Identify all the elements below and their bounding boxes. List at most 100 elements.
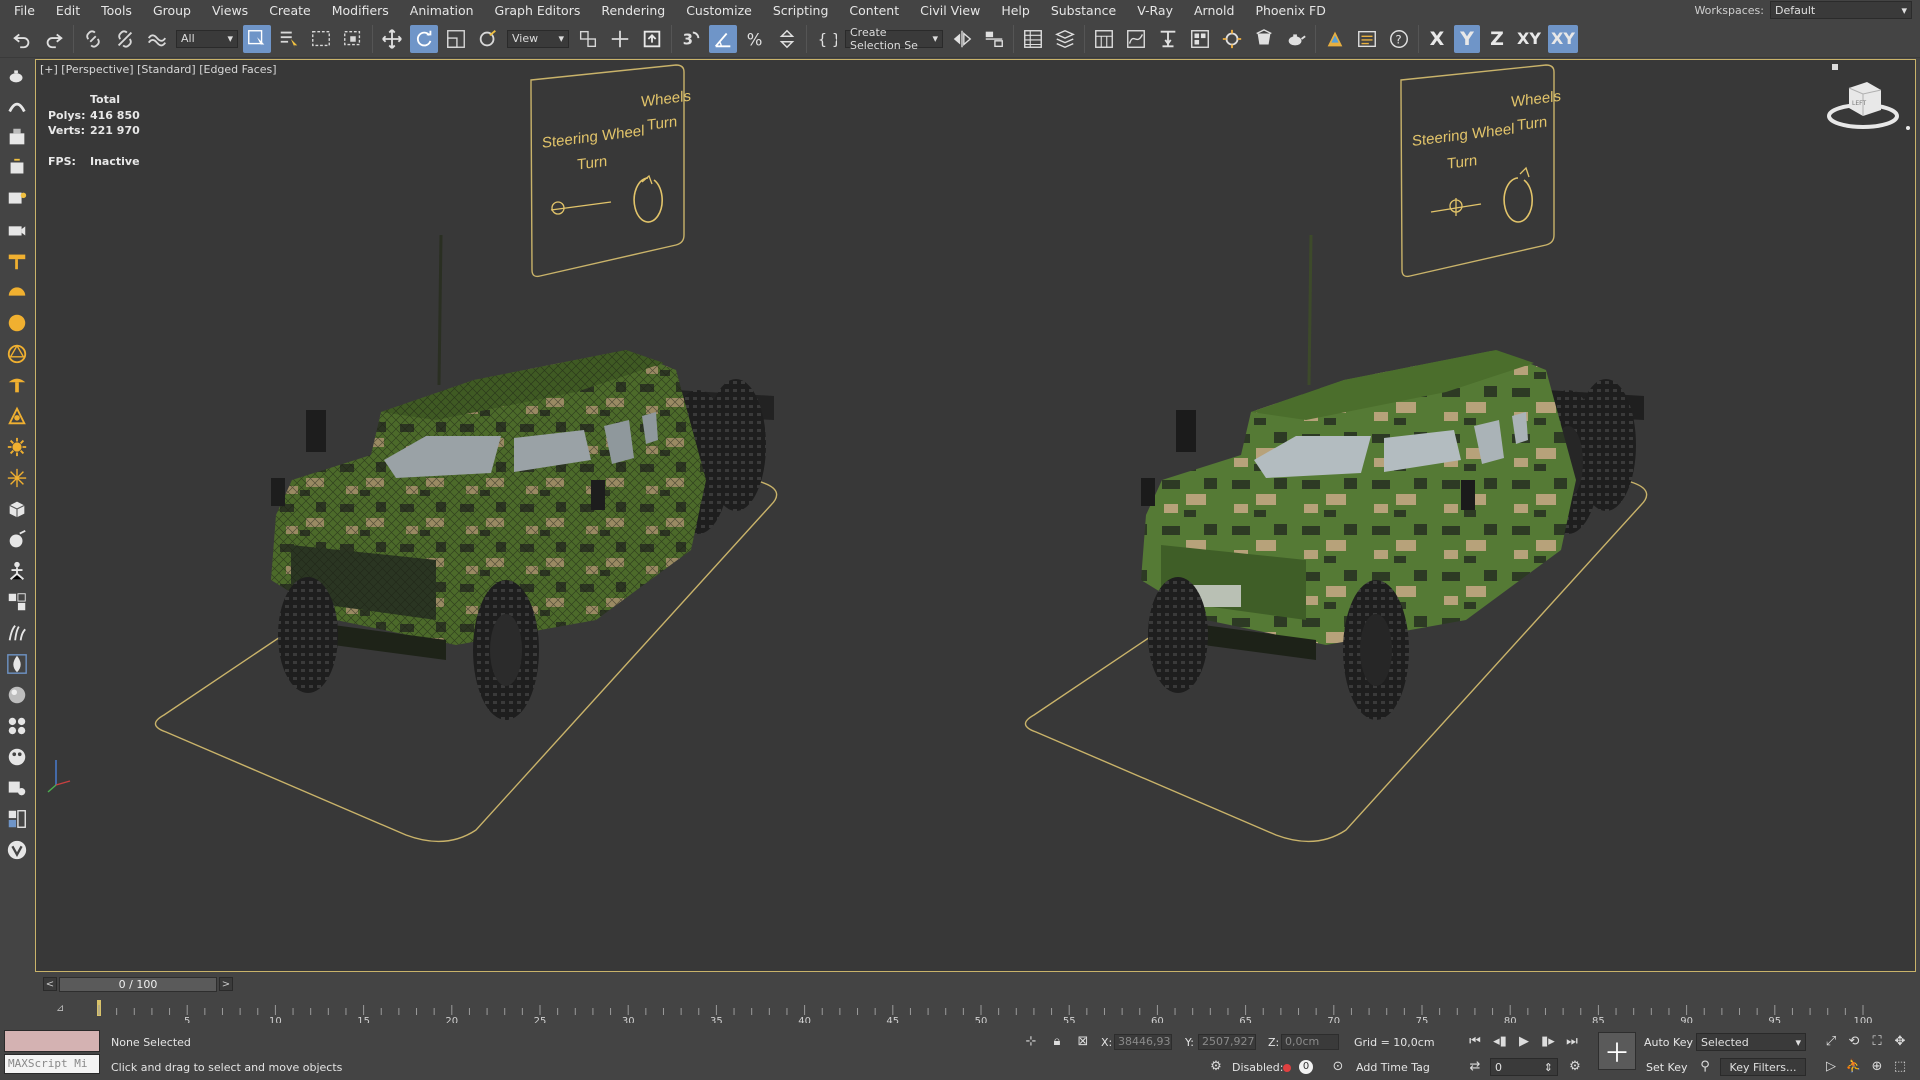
min-max-toggle-icon[interactable]: ⬚ xyxy=(1891,1057,1909,1075)
time-configuration-icon[interactable]: ⚙ xyxy=(1566,1057,1584,1075)
rig-sign-right[interactable]: Steering Wheel Turn Wheels Turn xyxy=(1400,64,1561,278)
axis-y-button[interactable]: Y xyxy=(1454,24,1480,53)
zoom-extents-icon[interactable]: ⤢ xyxy=(1822,1032,1840,1050)
toggle-ribbon-button[interactable] xyxy=(1090,25,1118,53)
material-sphere-button[interactable] xyxy=(0,679,34,710)
maximize-viewport-icon[interactable]: ⛶ xyxy=(1868,1032,1886,1050)
wheel-rotate-control[interactable] xyxy=(633,177,663,223)
angle-snap-button[interactable] xyxy=(709,24,737,53)
previous-frame-icon[interactable]: ◂▮ xyxy=(1491,1032,1509,1050)
viewcube[interactable]: LEFT xyxy=(1827,64,1910,130)
axis-xy-cycle-button[interactable]: XY xyxy=(1548,24,1578,53)
hair-tool-button[interactable] xyxy=(0,617,34,648)
menu-v-ray[interactable]: V-Ray xyxy=(1127,3,1184,18)
menu-arnold[interactable]: Arnold xyxy=(1184,3,1245,18)
walk-through-icon[interactable]: ⛹ xyxy=(1845,1057,1863,1075)
select-by-name-button[interactable] xyxy=(275,25,303,53)
particle-tool-button[interactable] xyxy=(0,710,34,741)
percent-snap-button[interactable]: % xyxy=(741,25,769,53)
disabled-count-badge[interactable]: 0 xyxy=(1299,1060,1313,1074)
menu-content[interactable]: Content xyxy=(839,3,910,18)
pivot-center-button[interactable] xyxy=(574,25,602,53)
z-coord-field[interactable]: 0,0cm xyxy=(1281,1034,1339,1050)
key-filters-button[interactable]: Key Filters... xyxy=(1720,1058,1806,1076)
axis-xy-button[interactable]: XY xyxy=(1514,25,1544,53)
track-bar-ruler[interactable]: 5 10 15 20 25 30 35 40 45 50 55 60 65 70 75 80 85 90 95 100 xyxy=(35,995,1916,1023)
layer-explorer-button[interactable] xyxy=(1051,25,1079,53)
modify-panel-button[interactable] xyxy=(0,90,34,121)
bone-tool-button[interactable] xyxy=(0,400,34,431)
scene-canvas[interactable]: Steering Wheel Turn Wheels Turn Steering… xyxy=(36,60,1916,972)
time-slider[interactable]: < 0 / 100 > xyxy=(35,975,1916,995)
edit-named-selection-button[interactable]: { } xyxy=(812,25,840,53)
unlink-button[interactable] xyxy=(111,25,139,53)
scene-explorer-button[interactable] xyxy=(1019,25,1047,53)
x-coord-field[interactable]: 38446,938 xyxy=(1114,1034,1172,1050)
place-button[interactable] xyxy=(474,25,502,53)
menu-edit[interactable]: Edit xyxy=(46,3,91,18)
align-button[interactable] xyxy=(980,25,1008,53)
move-button[interactable] xyxy=(378,25,406,53)
scatter-tool-button[interactable] xyxy=(0,586,34,617)
vray-frame-buffer-button[interactable] xyxy=(1353,25,1381,53)
asset-library-button[interactable] xyxy=(0,803,34,834)
isolate-selection-icon[interactable]: ⊹ xyxy=(1022,1032,1040,1050)
reference-coordinate-dropdown[interactable]: View ▾ xyxy=(507,29,569,48)
schematic-view-button[interactable] xyxy=(1154,25,1182,53)
next-frame-icon[interactable]: ▮▸ xyxy=(1539,1032,1557,1050)
absolute-mode-icon[interactable]: ⊠ xyxy=(1074,1032,1092,1050)
light-button[interactable] xyxy=(0,431,34,462)
viewport-label-menu[interactable]: [+] [Perspective] [Standard] [Edged Face… xyxy=(40,63,277,76)
menu-modifiers[interactable]: Modifiers xyxy=(322,3,400,18)
menu-create[interactable]: Create xyxy=(259,3,322,18)
axis-x-button[interactable]: X xyxy=(1424,25,1450,53)
box-tool-button[interactable] xyxy=(0,493,34,524)
time-slider-prev-button[interactable]: < xyxy=(43,977,57,991)
menu-animation[interactable]: Animation xyxy=(400,3,485,18)
axis-z-button[interactable]: Z xyxy=(1484,25,1510,53)
bind-space-warp-button[interactable] xyxy=(143,25,171,53)
mushroom-tool-button[interactable] xyxy=(0,369,34,400)
redo-button[interactable] xyxy=(40,25,68,53)
select-manipulate-button[interactable] xyxy=(606,25,634,53)
material-editor-button[interactable] xyxy=(1186,25,1214,53)
help-button[interactable]: ? xyxy=(1385,25,1413,53)
object-paint-button[interactable] xyxy=(0,524,34,555)
field-of-view-icon[interactable]: ▷ xyxy=(1822,1057,1840,1075)
menu-help[interactable]: Help xyxy=(991,3,1041,18)
menu-graph-editors[interactable]: Graph Editors xyxy=(485,3,592,18)
dummy-tool-button[interactable] xyxy=(0,555,34,586)
workspace-select[interactable]: Default ▾ xyxy=(1770,1,1912,19)
pan-icon[interactable]: ✥ xyxy=(1891,1032,1909,1050)
menu-views[interactable]: Views xyxy=(202,3,259,18)
geosphere-button[interactable] xyxy=(0,338,34,369)
menu-civil-view[interactable]: Civil View xyxy=(910,3,991,18)
undo-button[interactable] xyxy=(8,25,36,53)
curve-editor-button[interactable] xyxy=(1122,25,1150,53)
scale-button[interactable] xyxy=(442,25,470,53)
go-to-start-icon[interactable]: ⏮ xyxy=(1466,1032,1484,1050)
maxscript-listener-output[interactable] xyxy=(4,1030,100,1052)
menu-file[interactable]: File xyxy=(0,3,46,18)
maxscript-mini-listener-input[interactable]: MAXScript Mi xyxy=(4,1054,100,1074)
menu-group[interactable]: Group xyxy=(143,3,202,18)
create-panel-button[interactable] xyxy=(0,59,34,90)
select-object-button[interactable] xyxy=(243,24,271,53)
rotate-button[interactable] xyxy=(410,24,438,53)
sphere-button[interactable] xyxy=(0,307,34,338)
play-icon[interactable]: ▶ xyxy=(1515,1032,1533,1050)
sphere-half-button[interactable] xyxy=(0,276,34,307)
key-mode-toggle-icon[interactable]: ⇄ xyxy=(1466,1057,1484,1075)
set-key-big-button[interactable]: ＋ xyxy=(1598,1032,1636,1070)
menu-rendering[interactable]: Rendering xyxy=(591,3,676,18)
time-slider-thumb[interactable]: 0 / 100 xyxy=(59,977,217,992)
motion-panel-button[interactable] xyxy=(0,152,34,183)
armored-vehicle-wireframe[interactable] xyxy=(271,234,774,720)
key-mode-selection-dropdown[interactable]: Selected ▾ xyxy=(1696,1033,1806,1051)
fluid-tool-button[interactable] xyxy=(0,648,34,679)
snaps-toggle-button[interactable]: 3 xyxy=(677,25,705,53)
sparkle-tool-button[interactable] xyxy=(0,462,34,493)
utilities-panel-button[interactable] xyxy=(0,214,34,245)
rectangular-selection-button[interactable] xyxy=(307,25,335,53)
menu-tools[interactable]: Tools xyxy=(91,3,143,18)
